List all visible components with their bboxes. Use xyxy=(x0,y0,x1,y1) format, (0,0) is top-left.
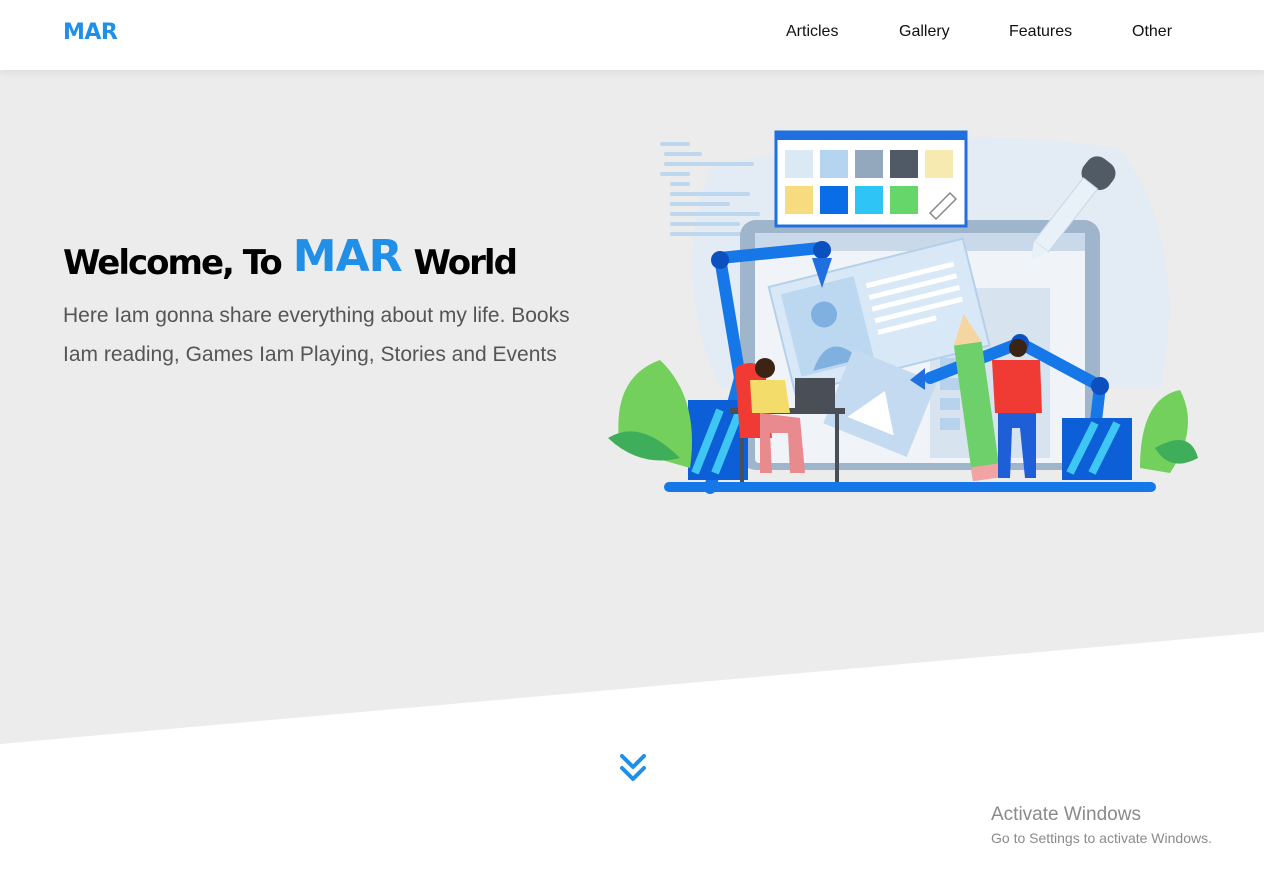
main-nav: Articles Gallery Features Other xyxy=(0,23,1264,45)
hero-title-brand: MAR xyxy=(292,231,403,282)
nav-link-other[interactable]: Other xyxy=(1132,23,1172,41)
hero-title-suffix: World xyxy=(413,243,518,283)
watermark-title: Activate Windows xyxy=(991,804,1141,825)
nav-link-articles[interactable]: Articles xyxy=(786,23,838,41)
nav-link-gallery[interactable]: Gallery xyxy=(899,23,950,41)
hero-title-prefix: Welcome, To xyxy=(63,243,283,283)
hero-title: Welcome, To MAR World xyxy=(63,231,518,285)
hero-description: Here Iam gonna share everything about my… xyxy=(63,304,570,366)
scroll-down-button[interactable] xyxy=(615,750,651,786)
watermark-subtitle: Go to Settings to activate Windows. xyxy=(991,830,1212,846)
hero-illustration xyxy=(608,130,1198,494)
nav-link-features[interactable]: Features xyxy=(1009,23,1072,41)
site-header: MAR Articles Gallery Features Other xyxy=(0,0,1264,70)
double-chevron-down-icon xyxy=(620,754,646,781)
activate-windows-watermark: Activate Windows Go to Settings to activ… xyxy=(991,804,1212,848)
